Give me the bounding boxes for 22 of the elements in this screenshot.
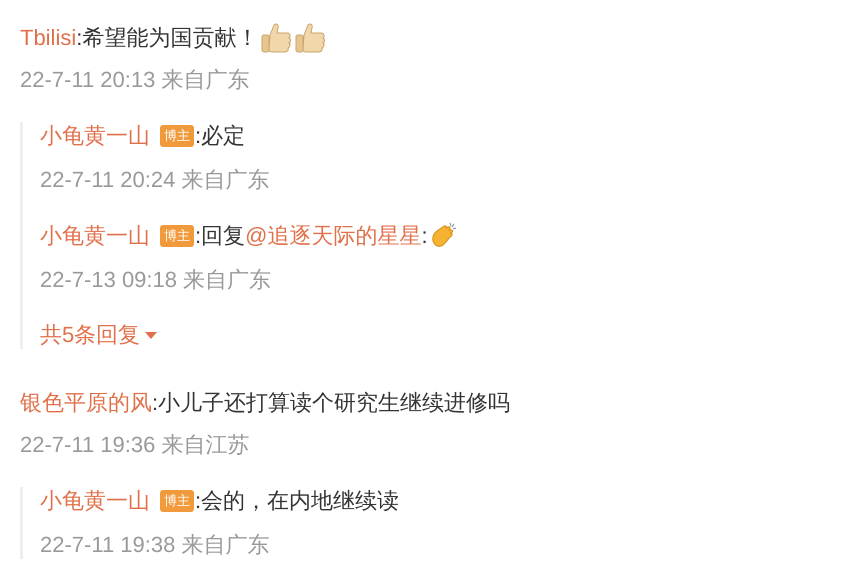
blogger-badge: 博主: [160, 490, 194, 512]
reply-time: 22-7-13 09:18 来自广东: [40, 266, 272, 294]
comment-text: :必定: [195, 122, 246, 150]
comment-text: :小儿子还打算读个研究生继续进修吗: [152, 389, 510, 417]
comment-text: :回复: [195, 222, 246, 250]
comment-text: :希望能为国贡献！: [76, 24, 258, 52]
mention-link[interactable]: @追逐天际的星星: [245, 222, 422, 250]
author-link[interactable]: 小龟黄一山: [40, 122, 150, 150]
reply-time: 22-7-11 20:24 来自广东: [40, 166, 270, 194]
comment-time: 22-7-11 19:36 来自江苏: [20, 431, 250, 459]
more-replies-link[interactable]: 共5条回复: [40, 321, 848, 349]
author-link[interactable]: 小龟黄一山: [40, 222, 150, 250]
author-link[interactable]: 银色平原的风: [20, 389, 152, 417]
comment-time: 22-7-11 20:13 来自广东: [20, 66, 250, 94]
author-link[interactable]: 小龟黄一山: [40, 487, 150, 515]
comment-text: :会的，在内地继续读: [195, 487, 400, 515]
comment-text: :: [421, 222, 428, 250]
reply-time: 22-7-11 19:38 来自广东: [40, 531, 270, 559]
blogger-badge: 博主: [160, 225, 194, 247]
caret-down-icon: [144, 330, 158, 340]
author-link[interactable]: Tbilisi: [20, 24, 76, 52]
blogger-badge: 博主: [160, 125, 194, 147]
